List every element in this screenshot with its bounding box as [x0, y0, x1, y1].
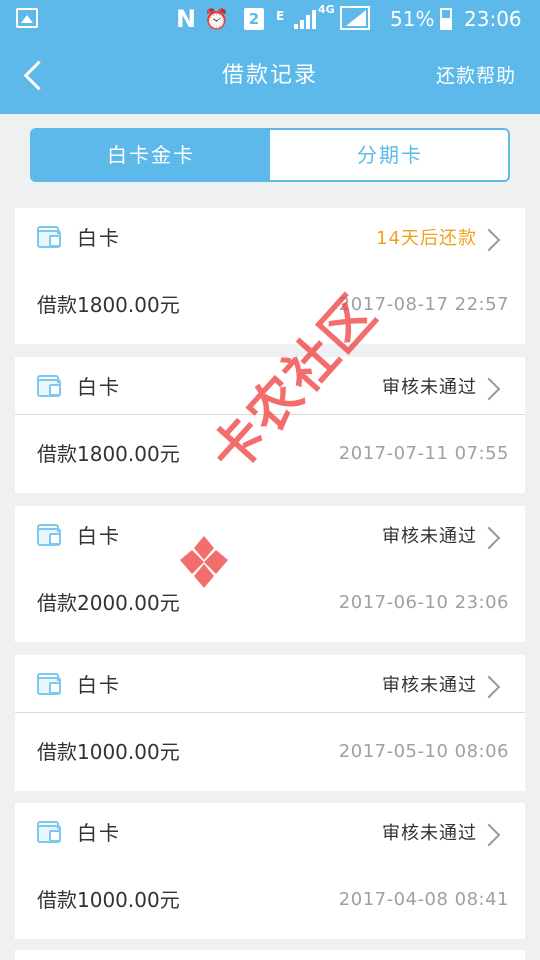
card-type-label: 白卡: [77, 821, 121, 845]
alarm-icon: ⏰: [204, 7, 229, 31]
chevron-right-icon: [481, 526, 501, 550]
loan-record-card[interactable]: 白卡 审核未通过 借款2000.00元 2017-06-10 23:06: [15, 506, 525, 642]
status-bar: N ⏰ 2 E 4G 51% 23:06: [0, 0, 540, 38]
review-status: 审核未通过: [382, 675, 477, 696]
chevron-right-icon: [481, 675, 501, 699]
chevron-right-icon: [481, 823, 501, 847]
sim-icon: 2: [244, 8, 264, 30]
review-status: 审核未通过: [382, 377, 477, 398]
repayment-help-link[interactable]: 还款帮助: [436, 62, 516, 90]
card-type-label: 白卡: [77, 524, 121, 548]
network-e-label: E: [276, 9, 285, 23]
loan-timestamp: 2017-05-10 08:06: [338, 741, 509, 762]
card-type-tabs: 白卡金卡 分期卡: [30, 128, 510, 182]
loan-timestamp: 2017-06-10 23:06: [338, 592, 509, 613]
n-notification-icon: N: [176, 5, 197, 33]
chevron-right-icon: [481, 377, 501, 401]
top-bar: N ⏰ 2 E 4G 51% 23:06 借款记录 还款帮助: [0, 0, 540, 114]
battery-icon: [440, 8, 452, 30]
loan-amount: 借款1800.00元: [37, 293, 180, 317]
wallet-icon: [37, 226, 61, 248]
wallet-icon: [37, 524, 61, 546]
loan-amount: 借款2000.00元: [37, 591, 180, 615]
loan-amount: 借款1000.00元: [37, 740, 180, 764]
tab-white-gold-card[interactable]: 白卡金卡: [32, 130, 270, 180]
review-status: 审核未通过: [382, 823, 477, 844]
signal-icon: [294, 9, 316, 29]
network-4g-label: 4G: [318, 3, 335, 16]
loan-record-header[interactable]: 白卡 审核未通过: [15, 803, 525, 861]
clock: 23:06: [464, 7, 522, 31]
loan-record-header[interactable]: 白卡 审核未通过: [15, 357, 525, 415]
loan-amount: 借款1800.00元: [37, 442, 180, 466]
review-status: 审核未通过: [382, 526, 477, 547]
repayment-status: 14天后还款: [376, 228, 477, 249]
nav-bar: 借款记录 还款帮助: [0, 38, 540, 114]
battery-percent: 51%: [390, 7, 435, 31]
loan-amount: 借款1000.00元: [37, 888, 180, 912]
loan-record-card[interactable]: [15, 950, 525, 960]
loan-record-header[interactable]: 白卡 审核未通过: [15, 506, 525, 564]
loan-record-card[interactable]: 白卡 审核未通过 借款1000.00元 2017-04-08 08:41: [15, 803, 525, 939]
loan-record-card[interactable]: 白卡 审核未通过 借款1800.00元 2017-07-11 07:55: [15, 357, 525, 493]
wallet-icon: [37, 673, 61, 695]
image-icon: [16, 8, 38, 28]
loan-timestamp: 2017-08-17 22:57: [338, 294, 509, 315]
wallet-icon: [37, 821, 61, 843]
loan-timestamp: 2017-04-08 08:41: [338, 889, 509, 910]
card-type-label: 白卡: [77, 375, 121, 399]
loan-record-header[interactable]: 白卡 14天后还款: [15, 208, 525, 266]
loan-record-card[interactable]: 白卡 14天后还款 借款1800.00元 2017-08-17 22:57: [15, 208, 525, 344]
wallet-icon: [37, 375, 61, 397]
card-type-label: 白卡: [77, 226, 121, 250]
loan-timestamp: 2017-07-11 07:55: [338, 443, 509, 464]
tab-installment-card[interactable]: 分期卡: [270, 130, 508, 180]
loan-record-card[interactable]: 白卡 审核未通过 借款1000.00元 2017-05-10 08:06: [15, 655, 525, 791]
card-type-label: 白卡: [77, 673, 121, 697]
loan-record-header[interactable]: 白卡 审核未通过: [15, 655, 525, 713]
signal-2-icon: [340, 6, 370, 30]
chevron-right-icon: [481, 228, 501, 252]
